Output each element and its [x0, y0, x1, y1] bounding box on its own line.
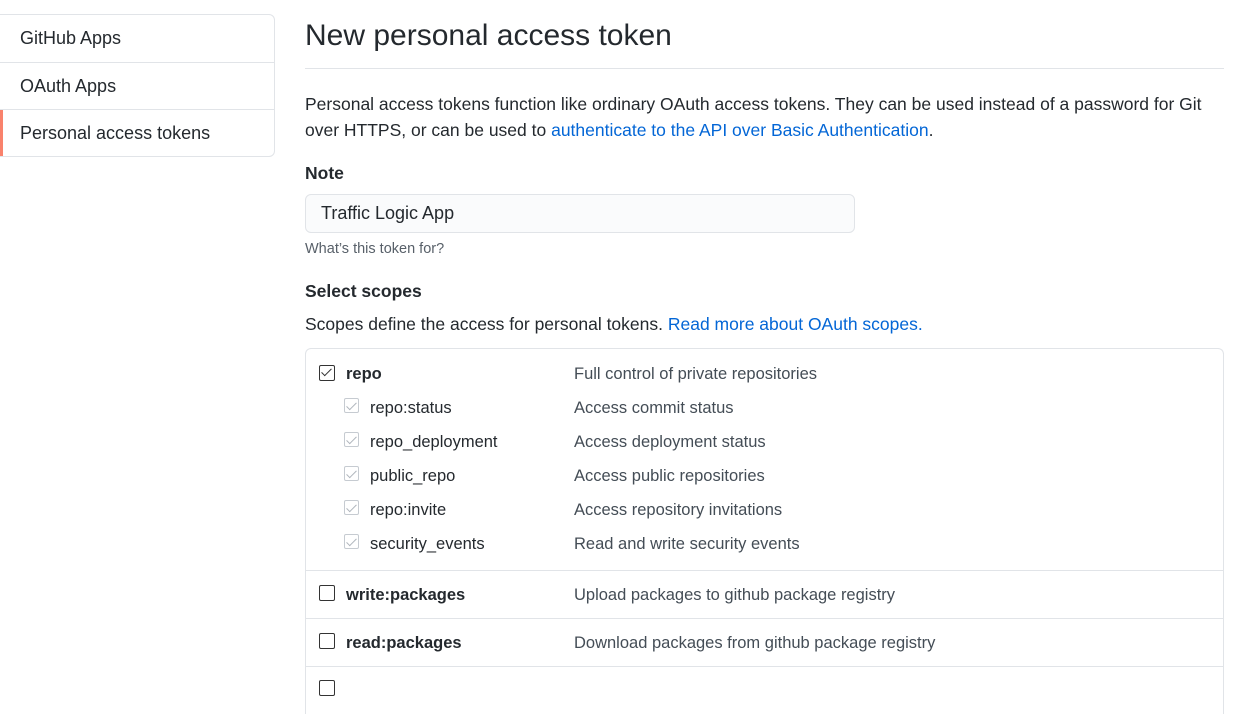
scope-group-next: [306, 666, 1223, 714]
main-content: New personal access token Personal acces…: [305, 0, 1224, 714]
scope-row: security_events Read and write security …: [306, 532, 1223, 566]
scope-name: repo: [346, 365, 382, 383]
scope-desc: Access commit status: [574, 399, 734, 417]
sidebar-item-github-apps[interactable]: GitHub Apps: [0, 15, 274, 62]
scope-row: read:packages Download packages from git…: [306, 619, 1223, 666]
oauth-scopes-link[interactable]: Read more about OAuth scopes.: [668, 314, 923, 334]
intro-paragraph: Personal access tokens function like ord…: [305, 91, 1224, 143]
scope-checkbox-repo-deployment[interactable]: [344, 432, 359, 447]
scope-row: repo_deployment Access deployment status: [306, 430, 1223, 464]
sidebar-item-oauth-apps[interactable]: OAuth Apps: [0, 62, 274, 109]
scope-desc: Upload packages to github package regist…: [574, 586, 896, 604]
sidebar-item-label: Personal access tokens: [20, 122, 211, 143]
scope-row: [306, 667, 1223, 714]
scopes-list: repo Full control of private repositorie…: [305, 348, 1224, 714]
scopes-desc-text: Scopes define the access for personal to…: [305, 314, 668, 334]
scope-desc: Access public repositories: [574, 467, 765, 485]
scope-row: repo Full control of private repositorie…: [306, 349, 1223, 396]
scope-checkbox-public-repo[interactable]: [344, 466, 359, 481]
scope-group-read-packages: read:packages Download packages from git…: [306, 618, 1223, 666]
scope-row: repo:invite Access repository invitation…: [306, 498, 1223, 532]
scope-checkbox-read-packages[interactable]: [319, 633, 335, 649]
scope-row: public_repo Access public repositories: [306, 464, 1223, 498]
scope-name: repo:status: [370, 399, 452, 417]
scope-name: repo:invite: [370, 501, 447, 519]
scope-checkbox-repo-status[interactable]: [344, 398, 359, 413]
scope-desc: Download packages from github package re…: [574, 634, 936, 652]
scope-group-write-packages: write:packages Upload packages to github…: [306, 570, 1223, 618]
scope-name: repo_deployment: [370, 433, 498, 451]
scope-checkbox-next[interactable]: [319, 680, 335, 696]
intro-end: .: [928, 120, 934, 140]
scope-name: public_repo: [370, 467, 456, 485]
scope-desc: Read and write security events: [574, 535, 800, 553]
sidebar-item-personal-access-tokens[interactable]: Personal access tokens: [0, 109, 274, 156]
settings-sidebar: GitHub Apps OAuth Apps Personal access t…: [0, 14, 275, 157]
scopes-title: Select scopes: [305, 281, 422, 301]
note-label: Note: [305, 163, 344, 183]
scope-row: write:packages Upload packages to github…: [306, 571, 1223, 618]
scope-checkbox-repo-invite[interactable]: [344, 500, 359, 515]
scope-name: security_events: [370, 535, 485, 553]
scope-group-repo: repo Full control of private repositorie…: [306, 349, 1223, 570]
note-hint: What’s this token for?: [305, 241, 445, 257]
basic-auth-link[interactable]: authenticate to the API over Basic Authe…: [551, 120, 928, 140]
scope-checkbox-write-packages[interactable]: [319, 585, 335, 601]
sidebar-item-label: OAuth Apps: [20, 75, 117, 96]
note-input[interactable]: [305, 194, 855, 233]
scope-row: repo:status Access commit status: [306, 396, 1223, 430]
scope-desc: Full control of private repositories: [574, 365, 818, 383]
page-title: New personal access token: [305, 0, 1224, 69]
sidebar-item-label: GitHub Apps: [20, 28, 122, 48]
scope-name: write:packages: [346, 586, 466, 604]
scopes-description: Scopes define the access for personal to…: [305, 314, 1224, 335]
scope-checkbox-security-events[interactable]: [344, 534, 359, 549]
scope-name: read:packages: [346, 634, 462, 652]
scope-desc: Access deployment status: [574, 433, 766, 451]
scope-checkbox-repo[interactable]: [319, 365, 335, 381]
scope-desc: Access repository invitations: [574, 501, 783, 519]
